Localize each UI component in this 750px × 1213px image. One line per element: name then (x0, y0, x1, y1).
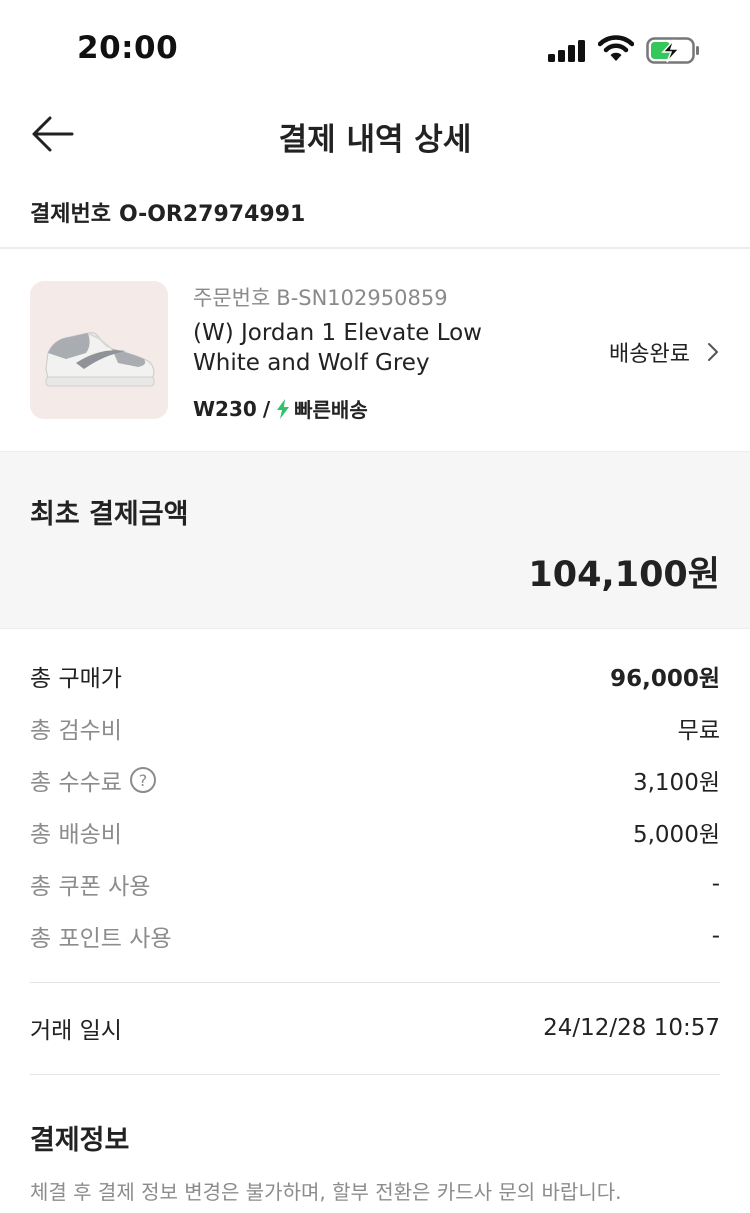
product-card[interactable]: 주문번호 B-SN102950859 (W) Jordan 1 Elevate L… (0, 250, 750, 450)
question-circle-icon[interactable]: ? (129, 767, 156, 793)
status-bar: 20:00 (0, 0, 750, 100)
order-number: 주문번호 B-SN102950859 (193, 282, 448, 312)
chevron-right-icon (708, 343, 718, 361)
fee-label: 총 쿠폰 사용 (30, 874, 151, 900)
fee-row-total-price: 총 구매가 96,000원 (30, 656, 720, 696)
delivery-status-label: 배송완료 (609, 342, 690, 367)
fee-row-coupon: 총 쿠폰 사용 - (30, 864, 720, 904)
payment-info-notice: 체결 후 결제 정보 변경은 불가하며, 할부 전환은 카드사 문의 바랍니다. (30, 1180, 622, 1204)
product-size: W230 (193, 396, 257, 421)
nav-bar: 결제 내역 상세 (0, 100, 750, 170)
divider (30, 982, 720, 983)
divider (0, 247, 750, 249)
fee-row-commission: 총 수수료 ? 3,100원 (30, 760, 720, 800)
sneaker-image (45, 332, 155, 387)
fee-value: 96,000원 (610, 666, 720, 692)
product-name: (W) Jordan 1 Elevate Low White and Wolf … (193, 318, 593, 378)
fee-label: 총 배송비 (30, 822, 122, 848)
initial-payment-summary: 최초 결제금액 104,100원 (0, 451, 750, 629)
fee-row-points: 총 포인트 사용 - (30, 916, 720, 956)
fee-label-text: 총 수수료 (30, 770, 122, 796)
fee-label: 총 검수비 (30, 718, 122, 744)
size-shipping-line: W230 / 빠른배송 (193, 394, 368, 423)
status-time: 20:00 (77, 30, 179, 66)
delivery-status[interactable]: 배송완료 (609, 336, 720, 368)
fee-value: - (711, 871, 720, 897)
fee-value: - (711, 923, 720, 949)
transaction-datetime-value: 24/12/28 10:57 (543, 1015, 720, 1041)
payment-number-label: 결제번호 (30, 202, 111, 227)
payment-number: 결제번호 O-OR27974991 (30, 196, 305, 228)
fee-value: 무료 (677, 718, 720, 744)
battery-charging-icon (646, 37, 699, 64)
transaction-datetime-label: 거래 일시 (30, 1018, 122, 1044)
product-name-line1: (W) Jordan 1 Elevate Low (193, 320, 482, 346)
order-number-label: 주문번호 (193, 286, 271, 310)
cellular-signal-icon (548, 40, 588, 62)
payment-info-title: 결제정보 (30, 1125, 130, 1156)
divider (30, 1074, 720, 1075)
size-separator: / (262, 396, 271, 421)
page-title: 결제 내역 상세 (278, 122, 472, 158)
fee-label: 총 포인트 사용 (30, 926, 172, 952)
fee-row-inspection: 총 검수비 무료 (30, 708, 720, 748)
fee-value: 5,000원 (632, 822, 720, 848)
initial-payment-amount: 104,100원 (528, 555, 720, 595)
wifi-icon (598, 35, 634, 61)
product-thumbnail (30, 281, 168, 419)
fee-label: 총 구매가 (30, 666, 122, 692)
fee-value: 3,100원 (632, 770, 720, 796)
transaction-datetime-row: 거래 일시 24/12/28 10:57 (30, 1008, 720, 1048)
product-name-line2: White and Wolf Grey (193, 350, 430, 376)
initial-payment-label: 최초 결제금액 (30, 499, 189, 530)
payment-number-value: O-OR27974991 (118, 202, 306, 227)
fee-label: 총 수수료 ? (30, 763, 156, 797)
back-arrow-icon[interactable] (30, 114, 76, 154)
shipping-type: 빠른배송 (294, 398, 368, 422)
order-number-value: B-SN102950859 (276, 286, 448, 310)
fee-row-shipping: 총 배송비 5,000원 (30, 812, 720, 852)
lightning-bolt-icon (277, 398, 290, 419)
